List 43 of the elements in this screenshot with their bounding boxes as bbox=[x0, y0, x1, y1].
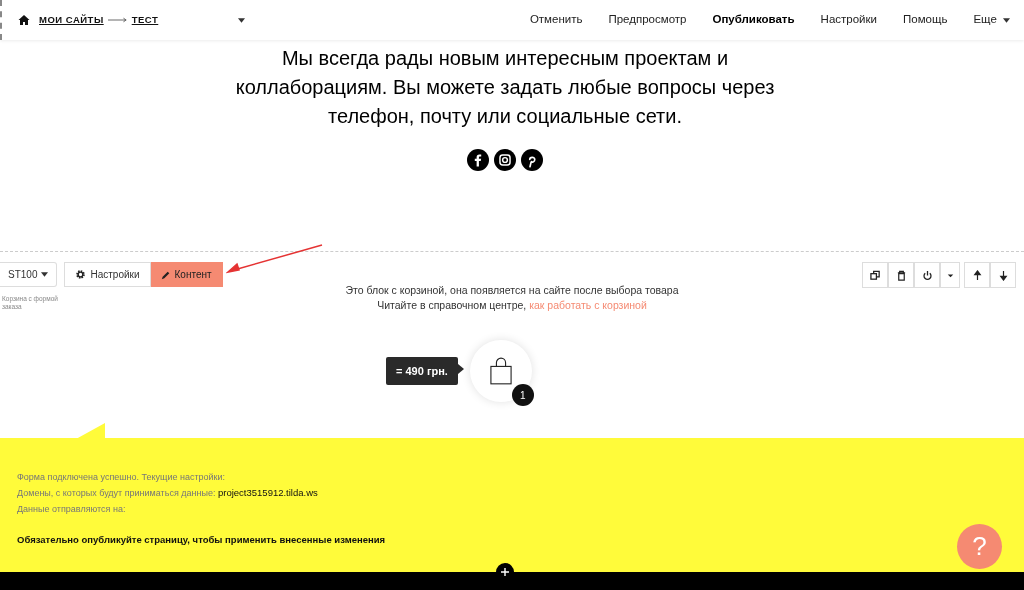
menu-item[interactable]: Еще bbox=[960, 11, 1024, 29]
arrow-down-icon bbox=[997, 269, 1009, 281]
tab[interactable]: Контент bbox=[150, 262, 223, 287]
caret-icon bbox=[1003, 17, 1010, 23]
home-icon[interactable] bbox=[18, 14, 30, 26]
menu-item[interactable]: Опубликовать bbox=[699, 11, 808, 29]
caret-icon[interactable] bbox=[238, 17, 246, 23]
power-icon bbox=[921, 269, 933, 281]
caret-icon bbox=[41, 272, 49, 277]
notice-text: Форма подключена успешно. Текущие настройки: bbox=[17, 471, 226, 484]
arrow-up-icon bbox=[971, 269, 983, 281]
menu-item[interactable]: Предпросмотр bbox=[595, 11, 700, 29]
trash-icon bbox=[895, 269, 907, 281]
tab[interactable]: Настройки bbox=[64, 262, 151, 287]
tool-button[interactable] bbox=[964, 262, 990, 288]
long-arrow-icon bbox=[107, 17, 128, 23]
tool-button[interactable] bbox=[888, 262, 914, 288]
menu-item[interactable]: Отменить bbox=[516, 11, 596, 29]
pointer-arrow bbox=[457, 363, 464, 374]
menu-item[interactable]: Настройки bbox=[807, 11, 890, 29]
notice-text: Данные отправляются на: bbox=[17, 503, 126, 516]
notice-text: Домены, с которых будут приниматься данные: project3515912.tilda.ws bbox=[17, 486, 318, 500]
instagram-icon[interactable] bbox=[494, 149, 516, 171]
tool-button[interactable] bbox=[862, 262, 888, 288]
paragraph-line: телефон, почту или социальные сети. bbox=[328, 104, 682, 129]
tool-button[interactable] bbox=[914, 262, 940, 288]
breadcrumb-link[interactable]: МОИ САЙТЫ bbox=[39, 12, 104, 28]
help-text: Читайте в справочном центре, как работать с корзиной bbox=[377, 298, 647, 313]
paragraph-line: Мы всегда рады новым интересным проектам и bbox=[281, 46, 729, 71]
publish-warning: Обязательно опубликуйте страницу, чтобы применить внесенные изменения bbox=[17, 533, 386, 547]
block-code-dropdown[interactable]: ST100 bbox=[0, 262, 58, 287]
gear-icon bbox=[75, 269, 87, 280]
cart-note: Это блок с корзиной, она появляется на сайте после выбора товара bbox=[345, 283, 679, 298]
facebook-icon[interactable] bbox=[467, 149, 489, 171]
pencil-icon bbox=[160, 269, 171, 280]
cart-count-badge: 1 bbox=[511, 384, 534, 406]
pinterest-icon[interactable] bbox=[521, 149, 543, 171]
tool-button[interactable] bbox=[990, 262, 1016, 288]
copy-icon bbox=[869, 269, 881, 281]
menu-item[interactable]: Помощь bbox=[889, 11, 961, 29]
paragraph-line: коллаборациям. Вы можете задать любые вопросы через bbox=[235, 75, 775, 100]
shopping-bag-icon bbox=[489, 357, 512, 385]
breadcrumb-link[interactable]: ТЕСТ bbox=[131, 12, 159, 28]
